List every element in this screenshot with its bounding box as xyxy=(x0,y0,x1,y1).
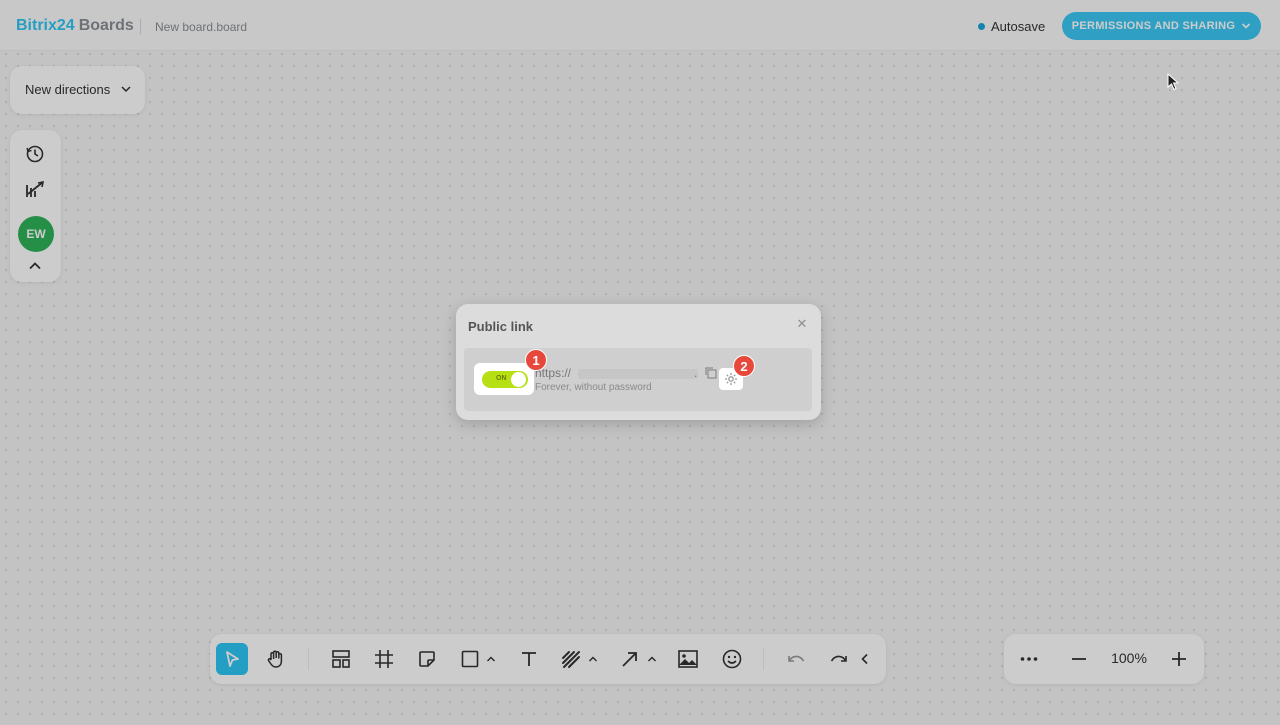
step-badge-2: 2 xyxy=(733,355,755,377)
step-badge-1: 1 xyxy=(525,349,547,371)
copy-icon[interactable] xyxy=(704,366,717,379)
public-link-toggle[interactable]: ON xyxy=(482,371,528,388)
url-redacted xyxy=(578,369,698,379)
public-link-toggle-highlight: ON xyxy=(474,363,534,395)
dialog-title: Public link xyxy=(468,319,534,334)
public-link-dialog: Public link ✕ xyxy=(456,304,821,420)
toggle-label: ON xyxy=(496,375,507,382)
mouse-cursor-icon xyxy=(1167,73,1179,91)
close-icon[interactable]: ✕ xyxy=(796,317,808,330)
toggle-knob xyxy=(511,372,526,387)
url-tail: . xyxy=(694,366,698,380)
link-expiry-text: Forever, without password xyxy=(535,382,652,393)
